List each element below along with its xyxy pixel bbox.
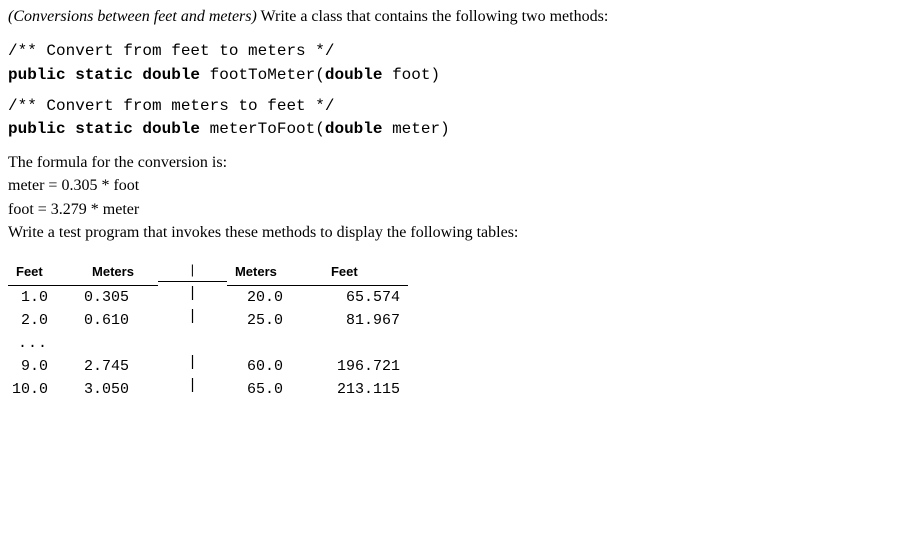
sep-cell: | xyxy=(158,305,227,328)
table-row: 20.0 65.574 xyxy=(227,285,408,309)
formula-foot: foot = 3.279 * meter xyxy=(8,198,909,221)
formula-meter: meter = 0.305 * foot xyxy=(8,174,909,197)
cell-ellipsis: ... xyxy=(8,332,84,355)
sep-cell: | xyxy=(158,281,227,305)
table-row: 2.0 0.610 xyxy=(8,309,158,332)
conversion-tables: Feet Meters 1.0 0.305 2.0 0.610 ... 9.0 … xyxy=(8,260,909,401)
method-signature-1: public static double footToMeter(double … xyxy=(8,64,909,87)
cell-feet: 81.967 xyxy=(323,309,408,332)
cell-meters: 60.0 xyxy=(227,355,323,378)
col-header-meters: Meters xyxy=(84,260,158,286)
cell-meters: 20.0 xyxy=(227,285,323,309)
table-row-ellipsis: ... xyxy=(8,332,158,355)
formula-intro: The formula for the conversion is: xyxy=(8,151,909,174)
keyword: public static double xyxy=(8,120,200,138)
cell-feet: 10.0 xyxy=(8,378,84,401)
col-header-feet: Feet xyxy=(323,260,408,286)
cell-feet: 213.115 xyxy=(323,378,408,401)
cell-feet: 9.0 xyxy=(8,355,84,378)
keyword: public static double xyxy=(8,66,200,84)
cell-meters: 3.050 xyxy=(84,378,158,401)
cell-feet: 196.721 xyxy=(323,355,408,378)
cell-meters: 65.0 xyxy=(227,378,323,401)
cell-meters: 0.610 xyxy=(84,309,158,332)
table-feet-to-meters: Feet Meters 1.0 0.305 2.0 0.610 ... 9.0 … xyxy=(8,260,158,401)
method-name: footToMeter( xyxy=(200,66,325,84)
table-row: 25.0 81.967 xyxy=(227,309,408,332)
col-header-meters: Meters xyxy=(227,260,323,286)
keyword: double xyxy=(325,66,383,84)
param-rest: meter) xyxy=(382,120,449,138)
cell-meters: 2.745 xyxy=(84,355,158,378)
table-row: 1.0 0.305 xyxy=(8,285,158,309)
method-name: meterToFoot( xyxy=(200,120,325,138)
table-row: 10.0 3.050 xyxy=(8,378,158,401)
table-row: 65.0 213.115 xyxy=(227,378,408,401)
keyword: double xyxy=(325,120,383,138)
code-comment-2: /** Convert from meters to feet */ xyxy=(8,95,909,118)
cell-meters: 0.305 xyxy=(84,285,158,309)
sep-cell: | xyxy=(158,351,227,374)
sep-cell: | xyxy=(158,374,227,397)
test-program-instruction: Write a test program that invokes these … xyxy=(8,221,909,244)
col-header-feet: Feet xyxy=(8,260,84,286)
topic-title: (Conversions between feet and meters) xyxy=(8,8,257,25)
intro-rest: Write a class that contains the followin… xyxy=(257,8,608,25)
table-separator: | | | | | xyxy=(158,260,227,397)
cell-feet: 2.0 xyxy=(8,309,84,332)
param-rest: foot) xyxy=(382,66,440,84)
method-signature-2: public static double meterToFoot(double … xyxy=(8,118,909,141)
table-row: 9.0 2.745 xyxy=(8,355,158,378)
table-row: 60.0 196.721 xyxy=(227,355,408,378)
intro-text: (Conversions between feet and meters) Wr… xyxy=(8,6,909,28)
code-comment-1: /** Convert from feet to meters */ xyxy=(8,40,909,63)
formula-block: The formula for the conversion is: meter… xyxy=(8,151,909,244)
cell-feet: 1.0 xyxy=(8,285,84,309)
code-block-1: /** Convert from feet to meters */ publi… xyxy=(8,40,909,86)
sep-header: | xyxy=(158,260,227,282)
table-meters-to-feet: Meters Feet 20.0 65.574 25.0 81.967 60.0… xyxy=(227,260,408,401)
cell-meters: 25.0 xyxy=(227,309,323,332)
cell-feet: 65.574 xyxy=(323,285,408,309)
code-block-2: /** Convert from meters to feet */ publi… xyxy=(8,95,909,141)
table-row-empty xyxy=(227,332,408,355)
